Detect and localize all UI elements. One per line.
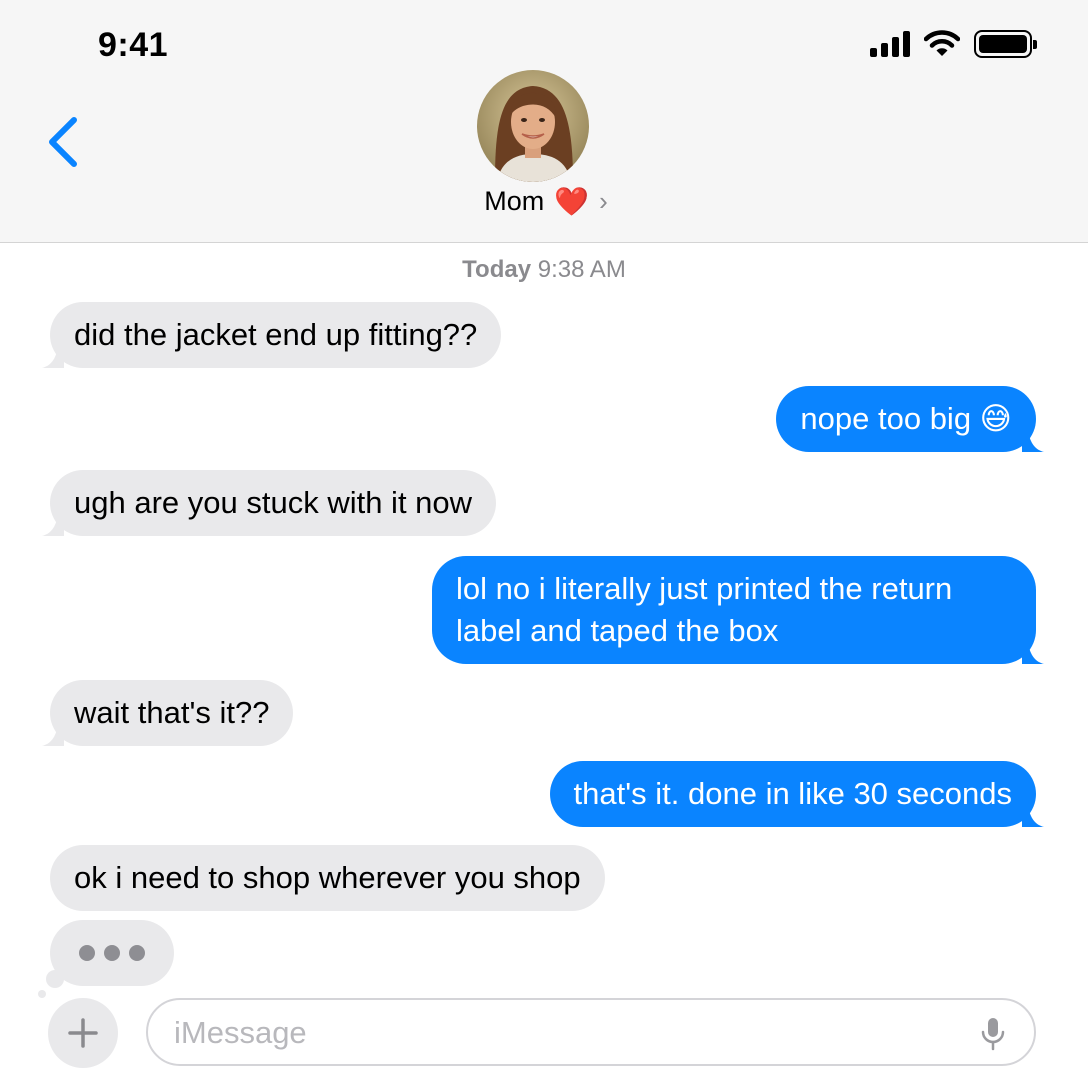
message-text: wait that's it??	[74, 695, 270, 730]
bubble-tail	[42, 724, 64, 746]
message-text: lol no i literally just printed the retu…	[456, 571, 953, 648]
bubble-tail	[1022, 642, 1044, 664]
bubble-tail	[1022, 430, 1044, 452]
chevron-right-icon: ›	[599, 186, 608, 216]
conversation-header: 9:41 Mom ❤️ ›	[0, 0, 1088, 243]
typing-dot	[79, 945, 95, 961]
plus-icon	[68, 1018, 98, 1048]
message-bubble-received[interactable]: did the jacket end up fitting??	[42, 302, 502, 368]
message-bubble-received[interactable]: ugh are you stuck with it now	[42, 470, 497, 536]
message-bubble-sent[interactable]: that's it. done in like 30 seconds	[549, 761, 1044, 827]
message-text: did the jacket end up fitting??	[74, 317, 478, 352]
typing-dot	[104, 945, 120, 961]
status-time: 9:41	[98, 26, 169, 64]
bubble-tail	[1022, 805, 1044, 827]
message-bubble-sent[interactable]: nope too big 😅	[776, 386, 1044, 452]
contact-name: Mom	[484, 186, 545, 216]
timestamp-time: 9:38 AM	[537, 256, 626, 283]
typing-dot	[129, 945, 145, 961]
wifi-icon	[924, 30, 960, 56]
bubble-tail	[42, 514, 64, 536]
message-bubble-sent[interactable]: lol no i literally just printed the retu…	[432, 556, 1044, 664]
bubble-tail	[42, 346, 64, 368]
message-input-field[interactable]	[146, 998, 1036, 1066]
message-text: that's it. done in like 30 seconds	[573, 776, 1012, 811]
message-bubble-received[interactable]: wait that's it??	[42, 680, 294, 746]
message-text: ugh are you stuck with it now	[74, 485, 473, 520]
microphone-icon[interactable]	[980, 1016, 1006, 1052]
message-text: ok i need to shop wherever you shop	[74, 860, 581, 895]
apps-plus-button[interactable]	[48, 998, 118, 1068]
battery-icon	[974, 30, 1037, 58]
message-text: nope too big 😅	[800, 401, 1012, 436]
contact-name-button[interactable]: Mom ❤️ ›	[0, 186, 1088, 217]
timestamp-day: Today	[462, 256, 532, 283]
back-chevron-icon[interactable]	[40, 112, 90, 172]
message-bubble-received[interactable]: ok i need to shop wherever you shop	[50, 845, 605, 911]
typing-indicator	[38, 920, 174, 998]
status-icons	[870, 30, 1037, 58]
cellular-signal-icon	[870, 31, 910, 57]
message-input[interactable]	[174, 1012, 954, 1054]
contact-avatar[interactable]	[477, 70, 589, 182]
message-timestamp: Today 9:38 AM	[0, 256, 1088, 284]
heart-emoji: ❤️	[554, 185, 590, 217]
